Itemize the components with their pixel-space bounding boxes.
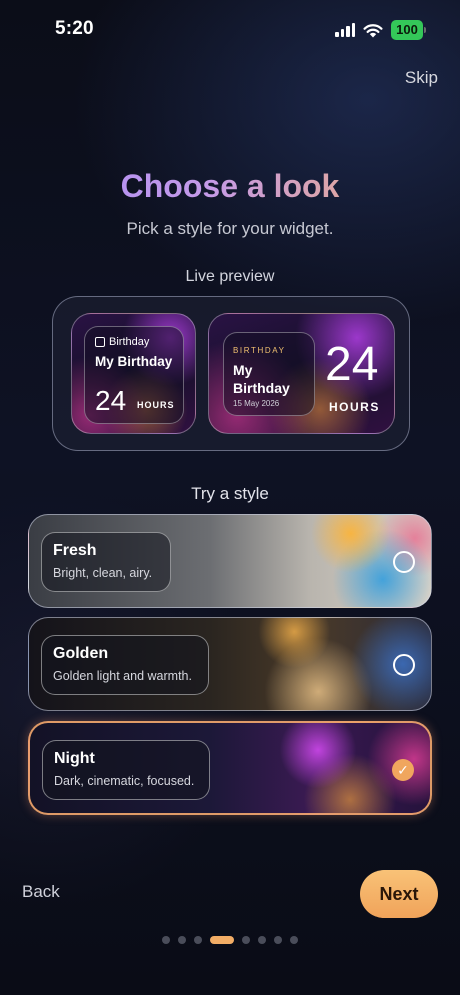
style-option-title: Night (54, 750, 95, 767)
style-option-title: Fresh (53, 542, 97, 559)
battery-icon: 100 (391, 20, 426, 40)
style-option-title: Golden (53, 645, 109, 662)
small-widget-tag: Birthday (109, 336, 150, 348)
page-dot (162, 936, 170, 944)
small-widget-preview: Birthday My Birthday 24 HOURS (71, 313, 196, 434)
style-option-label: Fresh Bright, clean, airy. (41, 532, 171, 592)
style-option-description: Dark, cinematic, focused. (54, 774, 195, 788)
style-option-fresh[interactable]: Fresh Bright, clean, airy. (28, 514, 432, 608)
page-indicator (0, 936, 460, 944)
medium-widget-tag: BIRTHDAY (233, 346, 286, 355)
medium-widget-number: 24 (325, 338, 379, 391)
medium-widget-preview: BIRTHDAY My Birthday 15 May 2026 24 HOUR… (208, 313, 395, 434)
page-dot (274, 936, 282, 944)
page-dot (258, 936, 266, 944)
style-option-description: Golden light and warmth. (53, 669, 192, 683)
page-dot (194, 936, 202, 944)
style-option-label: Golden Golden light and warmth. (41, 635, 209, 695)
medium-widget-date: 15 May 2026 (233, 399, 280, 408)
page-subtitle: Pick a style for your widget. (126, 219, 334, 238)
small-widget-unit: HOURS (137, 400, 175, 410)
small-widget-number: 24 (95, 385, 127, 416)
page-dot (242, 936, 250, 944)
checkmark-selected-icon[interactable]: ✓ (392, 759, 414, 781)
page-dot (290, 936, 298, 944)
try-style-label: Try a style (191, 484, 269, 503)
live-preview-label: Live preview (185, 268, 275, 285)
page-dot-active (210, 936, 234, 944)
next-button[interactable]: Next (360, 870, 438, 918)
wifi-icon (363, 23, 383, 37)
radio-unselected[interactable] (393, 654, 415, 676)
cellular-signal-icon (335, 23, 355, 37)
style-option-golden[interactable]: Golden Golden light and warmth. (28, 617, 432, 711)
gift-icon (95, 337, 105, 347)
radio-unselected[interactable] (393, 551, 415, 573)
small-widget-card: Birthday My Birthday 24 HOURS (84, 326, 184, 424)
style-option-night[interactable]: Night Dark, cinematic, focused. ✓ (28, 721, 432, 815)
status-time: 5:20 (55, 18, 94, 39)
style-option-label: Night Dark, cinematic, focused. (42, 740, 210, 800)
medium-widget-card: BIRTHDAY My Birthday 15 May 2026 (223, 332, 315, 416)
page-title: Choose a look (0, 168, 460, 205)
medium-widget-name: My Birthday (233, 362, 290, 396)
status-icons: 100 (335, 20, 426, 40)
skip-button[interactable]: Skip (405, 68, 438, 88)
small-widget-name: My Birthday (95, 354, 173, 369)
medium-widget-unit: HOURS (329, 400, 380, 414)
style-option-description: Bright, clean, airy. (53, 566, 153, 580)
battery-level: 100 (391, 20, 423, 40)
page-dot (178, 936, 186, 944)
back-button[interactable]: Back (22, 882, 60, 902)
